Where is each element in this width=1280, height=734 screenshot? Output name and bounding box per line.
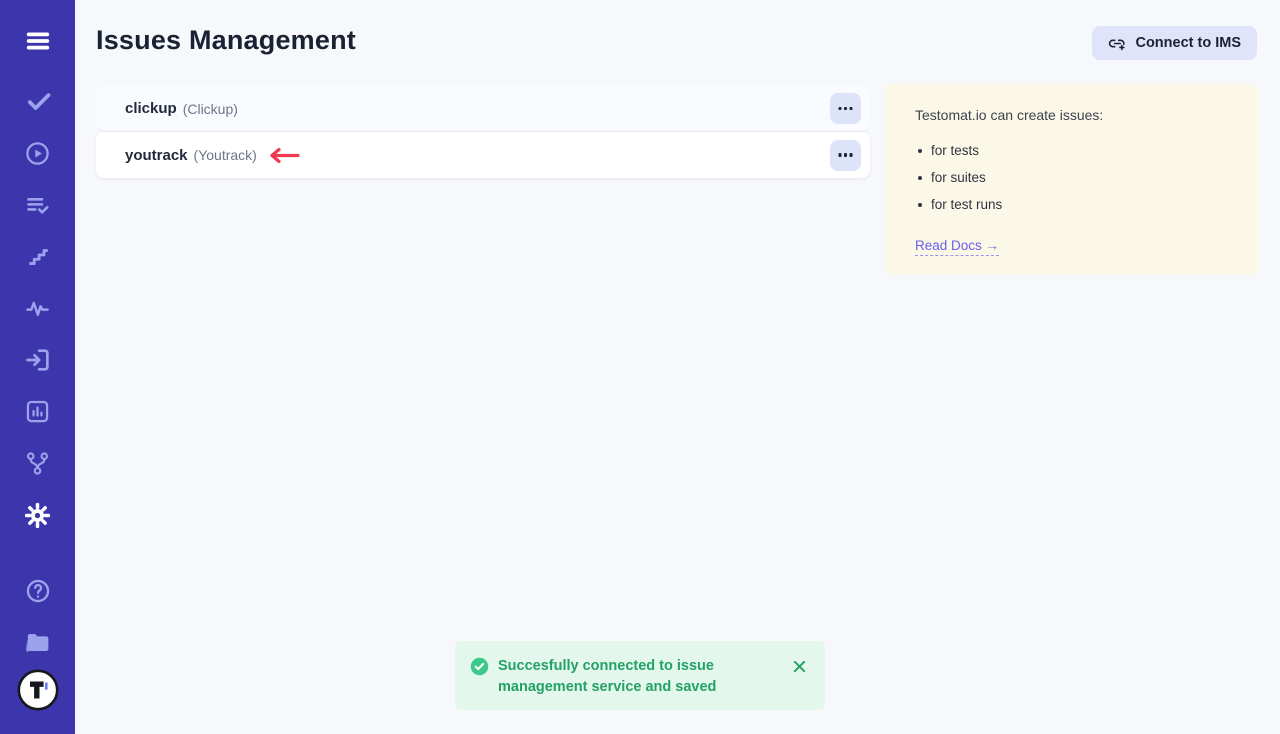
import-icon[interactable] <box>0 343 75 377</box>
bar-chart-icon[interactable] <box>0 394 75 428</box>
info-panel-title: Testomat.io can create issues: <box>915 107 1228 123</box>
folder-icon[interactable] <box>0 625 75 659</box>
sidebar <box>0 0 75 734</box>
read-docs-link[interactable]: Read Docs → <box>915 238 999 256</box>
ims-list: clickup (Clickup) youtrack (Youtrack) <box>96 86 870 178</box>
red-left-arrow-icon <box>267 148 301 163</box>
steps-icon[interactable] <box>0 239 75 273</box>
check-circle-icon <box>470 657 489 681</box>
hamburger-menu-icon[interactable] <box>0 24 75 58</box>
help-icon[interactable] <box>0 574 75 608</box>
success-toast: Succesfully connected to issue managemen… <box>455 641 825 710</box>
pulse-icon[interactable] <box>0 291 75 325</box>
connect-to-ims-button[interactable]: Connect to IMS <box>1092 26 1257 60</box>
checklist-icon[interactable] <box>0 188 75 222</box>
ims-type: (Youtrack) <box>194 147 257 163</box>
ims-type: (Clickup) <box>183 101 238 117</box>
info-panel: Testomat.io can create issues: for tests… <box>885 84 1258 275</box>
connect-to-ims-label: Connect to IMS <box>1135 35 1241 51</box>
info-bullet: for tests <box>915 143 1228 158</box>
close-icon[interactable] <box>790 657 809 679</box>
gear-icon[interactable] <box>0 498 75 532</box>
check-icon[interactable] <box>0 84 75 118</box>
ellipsis-icon <box>844 107 848 111</box>
testomat-logo[interactable] <box>0 668 75 712</box>
ims-name: clickup <box>125 100 177 117</box>
ims-name: youtrack <box>125 147 188 164</box>
info-bullet: for test runs <box>915 197 1228 212</box>
toast-message: Succesfully connected to issue managemen… <box>498 656 786 698</box>
branch-icon[interactable] <box>0 446 75 480</box>
issues-management-page: Issues Management Connect to IMS clickup… <box>0 0 1280 734</box>
ellipsis-icon <box>844 153 848 157</box>
info-bullet: for suites <box>915 170 1228 185</box>
link-plus-icon <box>1108 34 1127 53</box>
ims-row-youtrack[interactable]: youtrack (Youtrack) <box>96 132 870 178</box>
ims-row-clickup[interactable]: clickup (Clickup) <box>96 86 870 131</box>
info-bullet-list: for tests for suites for test runs <box>915 143 1228 212</box>
page-title: Issues Management <box>96 25 356 56</box>
play-circle-icon[interactable] <box>0 136 75 170</box>
row-menu-button[interactable] <box>830 140 861 171</box>
row-menu-button[interactable] <box>830 93 861 124</box>
